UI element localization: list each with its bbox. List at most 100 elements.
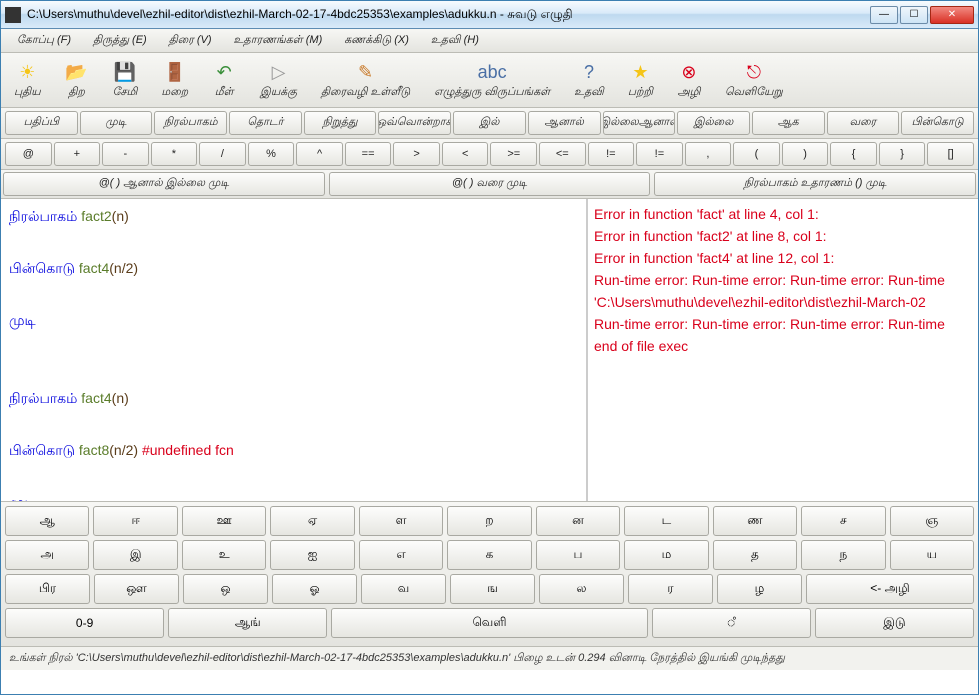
operator-btn-18[interactable]: } <box>879 142 926 166</box>
key-kr2-10[interactable]: ய <box>890 540 974 570</box>
keyword-btn-4[interactable]: நிறுத்து <box>304 111 377 135</box>
key-kr3-2[interactable]: ஒ <box>183 574 268 604</box>
menu-help[interactable]: உதவி (H) <box>421 32 489 50</box>
operator-btn-6[interactable]: ^ <box>296 142 343 166</box>
keyword-btn-7[interactable]: ஆனால் <box>528 111 601 135</box>
keyword-btn-8[interactable]: இல்லைஆனால் <box>603 111 676 135</box>
toolbar-save[interactable]: 💾சேமி <box>106 57 145 103</box>
key-kr2-6[interactable]: ப <box>536 540 620 570</box>
key-kr1-0[interactable]: ஆ <box>5 506 89 536</box>
tamil-keyboard: ஆஈஊஏளறனடணசஞ அஇஉஐஎகபமதநய பிரஔஒஓவஙலரழ<- அழ… <box>1 501 978 646</box>
quit-icon: ⎋ <box>742 60 766 84</box>
key-kr2-1[interactable]: இ <box>93 540 177 570</box>
toolbar-exit[interactable]: 🚪மறை <box>154 57 195 103</box>
operator-btn-17[interactable]: { <box>830 142 877 166</box>
toolbar-help[interactable]: ?உதவி <box>567 57 611 103</box>
key-kr2-7[interactable]: ம <box>624 540 708 570</box>
template-function[interactable]: நிரல்பாகம் உதாரணம் () முடி <box>654 172 976 196</box>
key-kr4-0[interactable]: 0-9 <box>5 608 164 638</box>
key-kr1-5[interactable]: ற <box>447 506 531 536</box>
keyword-btn-1[interactable]: முடி <box>80 111 153 135</box>
keyword-btn-10[interactable]: ஆக <box>752 111 825 135</box>
operator-btn-2[interactable]: - <box>102 142 149 166</box>
key-kr3-9[interactable]: <- அழி <box>806 574 974 604</box>
operator-btn-13[interactable]: != <box>636 142 683 166</box>
keyword-btn-5[interactable]: ஒவ்வொன்றாக <box>378 111 451 135</box>
menu-edit[interactable]: திருத்து (E) <box>83 32 157 50</box>
operator-btn-5[interactable]: % <box>248 142 295 166</box>
template-if[interactable]: @( ) ஆனால் இல்லை முடி <box>3 172 325 196</box>
keyword-btn-11[interactable]: வரை <box>827 111 900 135</box>
operator-btn-12[interactable]: != <box>588 142 635 166</box>
minimize-button[interactable]: — <box>870 6 898 24</box>
operator-btn-7[interactable]: == <box>345 142 392 166</box>
menu-calc[interactable]: கணக்கிடு (X) <box>334 32 419 50</box>
operator-btn-1[interactable]: + <box>54 142 101 166</box>
operator-btn-0[interactable]: @ <box>5 142 52 166</box>
toolbar-open[interactable]: 📂திற <box>58 57 96 103</box>
key-kr2-5[interactable]: க <box>447 540 531 570</box>
key-kr2-9[interactable]: ந <box>801 540 885 570</box>
keyword-btn-2[interactable]: நிரல்பாகம் <box>154 111 227 135</box>
menu-file[interactable]: கோப்பு (F) <box>7 32 81 50</box>
menu-examples[interactable]: உதாரணங்கள் (M) <box>224 32 333 50</box>
keyword-btn-0[interactable]: பதிப்பி <box>5 111 78 135</box>
operator-btn-16[interactable]: ) <box>782 142 829 166</box>
keyword-btn-9[interactable]: இல்லை <box>677 111 750 135</box>
toolbar-quit[interactable]: ⎋வெளியேறு <box>718 57 790 103</box>
key-kr1-9[interactable]: ச <box>801 506 885 536</box>
toolbar-new[interactable]: ☀புதிய <box>7 57 48 103</box>
prefs-icon: abc <box>480 60 504 84</box>
toolbar-clear[interactable]: ⊗அழி <box>670 57 708 103</box>
key-kr3-0[interactable]: பிர <box>5 574 90 604</box>
key-kr2-2[interactable]: உ <box>182 540 266 570</box>
keyword-btn-12[interactable]: பின்கொடு <box>901 111 974 135</box>
key-kr1-10[interactable]: ஞ <box>890 506 974 536</box>
key-kr1-8[interactable]: ண <box>713 506 797 536</box>
undo-icon: ↶ <box>212 60 236 84</box>
toolbar-about[interactable]: ★பற்றி <box>621 57 660 103</box>
key-kr1-1[interactable]: ஈ <box>93 506 177 536</box>
key-kr2-8[interactable]: த <box>713 540 797 570</box>
key-kr1-6[interactable]: ன <box>536 506 620 536</box>
maximize-button[interactable]: ☐ <box>900 6 928 24</box>
key-kr3-4[interactable]: வ <box>361 574 446 604</box>
key-kr1-2[interactable]: ஊ <box>182 506 266 536</box>
key-kr2-4[interactable]: எ <box>359 540 443 570</box>
toolbar-run[interactable]: ▷இயக்கு <box>253 57 304 103</box>
menu-view[interactable]: திரை (V) <box>159 32 222 50</box>
operator-btn-10[interactable]: >= <box>490 142 537 166</box>
toolbar-prefs[interactable]: abcஎழுத்துரு விருப்பங்கள் <box>427 57 557 103</box>
key-kr4-3[interactable]: ஂ <box>652 608 811 638</box>
operator-btn-11[interactable]: <= <box>539 142 586 166</box>
key-kr4-2[interactable]: வெளி <box>331 608 647 638</box>
key-kr1-7[interactable]: ட <box>624 506 708 536</box>
toolbar-undo[interactable]: ↶மீள் <box>205 57 243 103</box>
operator-btn-4[interactable]: / <box>199 142 246 166</box>
key-kr3-1[interactable]: ஔ <box>94 574 179 604</box>
key-kr4-4[interactable]: இடு <box>815 608 974 638</box>
key-kr3-3[interactable]: ஓ <box>272 574 357 604</box>
keyword-btn-6[interactable]: இல் <box>453 111 526 135</box>
key-kr3-7[interactable]: ர <box>628 574 713 604</box>
key-kr4-1[interactable]: ஆங் <box>168 608 327 638</box>
toolbar-debug[interactable]: ✎திரைவழி உள்ளீடு <box>314 57 417 103</box>
key-kr2-3[interactable]: ஐ <box>270 540 354 570</box>
key-kr3-6[interactable]: ல <box>539 574 624 604</box>
operator-btn-15[interactable]: ( <box>733 142 780 166</box>
clear-icon: ⊗ <box>677 60 701 84</box>
operator-btn-14[interactable]: , <box>685 142 732 166</box>
operator-btn-19[interactable]: [] <box>927 142 974 166</box>
key-kr3-8[interactable]: ழ <box>717 574 802 604</box>
key-kr1-4[interactable]: ள <box>359 506 443 536</box>
template-while[interactable]: @( ) வரை முடி <box>329 172 651 196</box>
operator-btn-3[interactable]: * <box>151 142 198 166</box>
key-kr2-0[interactable]: அ <box>5 540 89 570</box>
operator-btn-9[interactable]: < <box>442 142 489 166</box>
key-kr1-3[interactable]: ஏ <box>270 506 354 536</box>
code-editor[interactable]: நிரல்பாகம் fact2(n) பின்கொடு fact4(n/2) … <box>1 199 588 501</box>
operator-btn-8[interactable]: > <box>393 142 440 166</box>
key-kr3-5[interactable]: ங <box>450 574 535 604</box>
keyword-btn-3[interactable]: தொடர் <box>229 111 302 135</box>
close-button[interactable]: ✕ <box>930 6 974 24</box>
